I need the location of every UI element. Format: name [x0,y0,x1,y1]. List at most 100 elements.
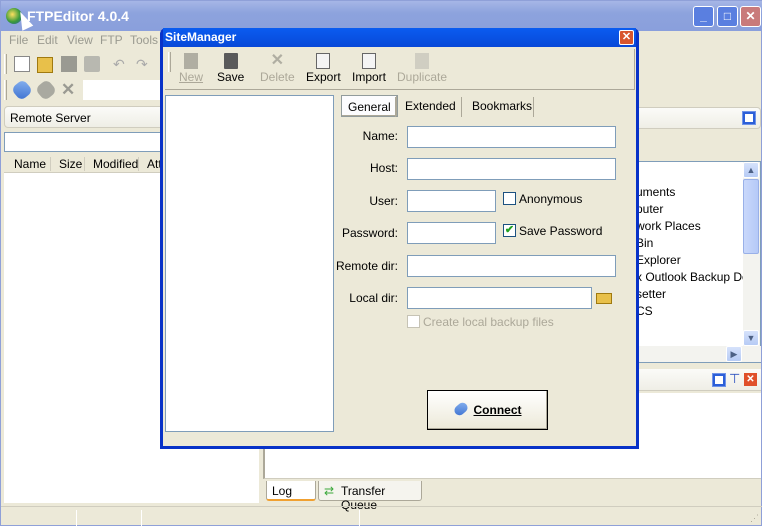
remote-dir-label: Remote dir: [335,259,398,273]
save-label: Save [217,70,245,84]
status-divider [141,510,142,526]
undo-icon[interactable]: ↶ [113,56,129,72]
export-label: Export [306,70,341,84]
scroll-up-icon[interactable]: ▲ [743,162,759,178]
menu-view[interactable]: View [67,33,93,47]
title-bar: FTPEditor 4.0.4 _ □ ✕ [1,1,762,31]
tab-divider [461,97,462,117]
dialog-body: New Save ✕ Delete Export Import Duplicat… [163,47,636,446]
main-toolbar: ↶ ↷ [1,51,161,77]
import-icon [362,53,376,69]
password-input[interactable] [407,222,496,244]
new-site-button[interactable]: New [179,53,203,84]
status-divider [359,510,360,526]
user-input[interactable] [407,190,496,212]
remote-dir-input[interactable] [407,255,616,277]
anonymous-checkbox[interactable] [503,192,516,205]
menu-tools[interactable]: Tools [130,33,158,47]
app-title: FTPEditor 4.0.4 [27,8,129,24]
tree-item[interactable]: x Outlook Backup De [636,270,749,284]
horizontal-scrollbar[interactable]: ▶ [631,346,761,362]
status-divider [76,510,77,526]
open-folder-icon[interactable] [37,57,53,73]
local-dir-label: Local dir: [349,291,398,305]
user-label: User: [369,194,398,208]
connection-toolbar: ✕ [1,77,163,103]
toolbar-grip[interactable] [168,52,171,72]
host-input[interactable] [407,158,616,180]
status-bar: ⋰ [1,506,762,526]
new-label: New [179,70,204,84]
tab-divider [395,97,396,117]
scroll-right-icon[interactable]: ▶ [726,346,742,362]
column-name[interactable]: Name [6,157,46,171]
menu-ftp[interactable]: FTP [100,33,123,47]
delete-icon: ✕ [270,52,285,69]
refresh-icon: ⇄ [324,484,335,498]
name-label: Name: [362,129,398,143]
column-size[interactable]: Size [50,157,82,171]
menu-file[interactable]: File [9,33,28,47]
tab-extended[interactable]: Extended [399,95,462,117]
tab-general[interactable]: General [341,95,398,117]
restore-panel-icon[interactable] [712,373,726,387]
tree-item[interactable]: setter [636,287,666,301]
connect-icon [451,400,470,418]
tab-divider [533,97,534,117]
toolbar-grip[interactable] [4,54,7,74]
scroll-thumb[interactable] [743,179,759,254]
redo-icon[interactable]: ↷ [136,56,152,72]
save-password-label: Save Password [519,224,603,238]
column-attributes[interactable]: Att [138,157,162,171]
save-site-button[interactable]: Save [217,53,244,84]
anonymous-label: Anonymous [519,192,583,206]
tab-bookmarks[interactable]: Bookmarks [466,95,538,117]
delete-site-button[interactable]: ✕ Delete [260,52,295,85]
pin-icon[interactable]: ⊤ [729,371,740,387]
column-modified[interactable]: Modified [84,157,138,171]
quick-connect-input[interactable] [83,80,163,100]
maximize-button[interactable]: □ [717,6,738,27]
log-panel-header: ⊤ ✕ [631,369,761,391]
resize-grip-icon[interactable]: ⋰ [750,513,759,524]
close-button[interactable]: ✕ [740,6,761,27]
tab-log[interactable]: Log [266,481,316,501]
print-icon[interactable] [84,56,100,72]
host-label: Host: [369,161,398,175]
tree-item[interactable]: work Places [636,219,701,233]
connect-button[interactable]: Connect [427,390,548,430]
export-button[interactable]: Export [306,53,341,84]
import-button[interactable]: Import [352,53,386,84]
disconnect-icon[interactable] [34,78,58,102]
dialog-close-button[interactable]: ✕ [619,30,634,45]
duplicate-icon [415,53,430,69]
tree-item[interactable]: uments [636,185,675,199]
tab-transfer-queue[interactable]: ⇄ Transfer Queue [318,481,422,512]
bottom-tabs: Log ⇄ Transfer Queue [263,479,761,512]
name-input[interactable] [407,126,616,148]
tree-item[interactable]: puter [636,202,663,216]
save-icon[interactable] [61,56,77,72]
duplicate-label: Duplicate [397,70,448,84]
new-file-icon[interactable] [14,56,30,72]
connect-icon[interactable] [10,78,34,102]
create-backup-checkbox[interactable] [407,315,420,328]
scroll-down-icon[interactable]: ▼ [743,330,759,346]
local-folder-tree[interactable]: uments puter work Places Bin Explorer x … [631,161,761,363]
toolbar-grip[interactable] [4,80,7,100]
cancel-icon[interactable]: ✕ [61,80,77,99]
tree-item[interactable]: Explorer [636,253,681,267]
minimize-button[interactable]: _ [693,6,714,27]
vertical-scrollbar[interactable]: ▲ ▼ [743,162,760,347]
new-icon [184,53,198,69]
duplicate-button[interactable]: Duplicate [397,53,447,84]
close-panel-icon[interactable]: ✕ [744,373,757,386]
site-list[interactable] [165,95,334,432]
save-password-checkbox[interactable]: ✔ [503,224,516,237]
menu-edit[interactable]: Edit [37,33,58,47]
local-dir-input[interactable] [407,287,592,309]
dialog-title: SiteManager [163,28,636,47]
restore-panel-icon[interactable] [742,111,756,125]
save-icon [223,53,238,69]
browse-folder-icon[interactable] [596,293,612,304]
